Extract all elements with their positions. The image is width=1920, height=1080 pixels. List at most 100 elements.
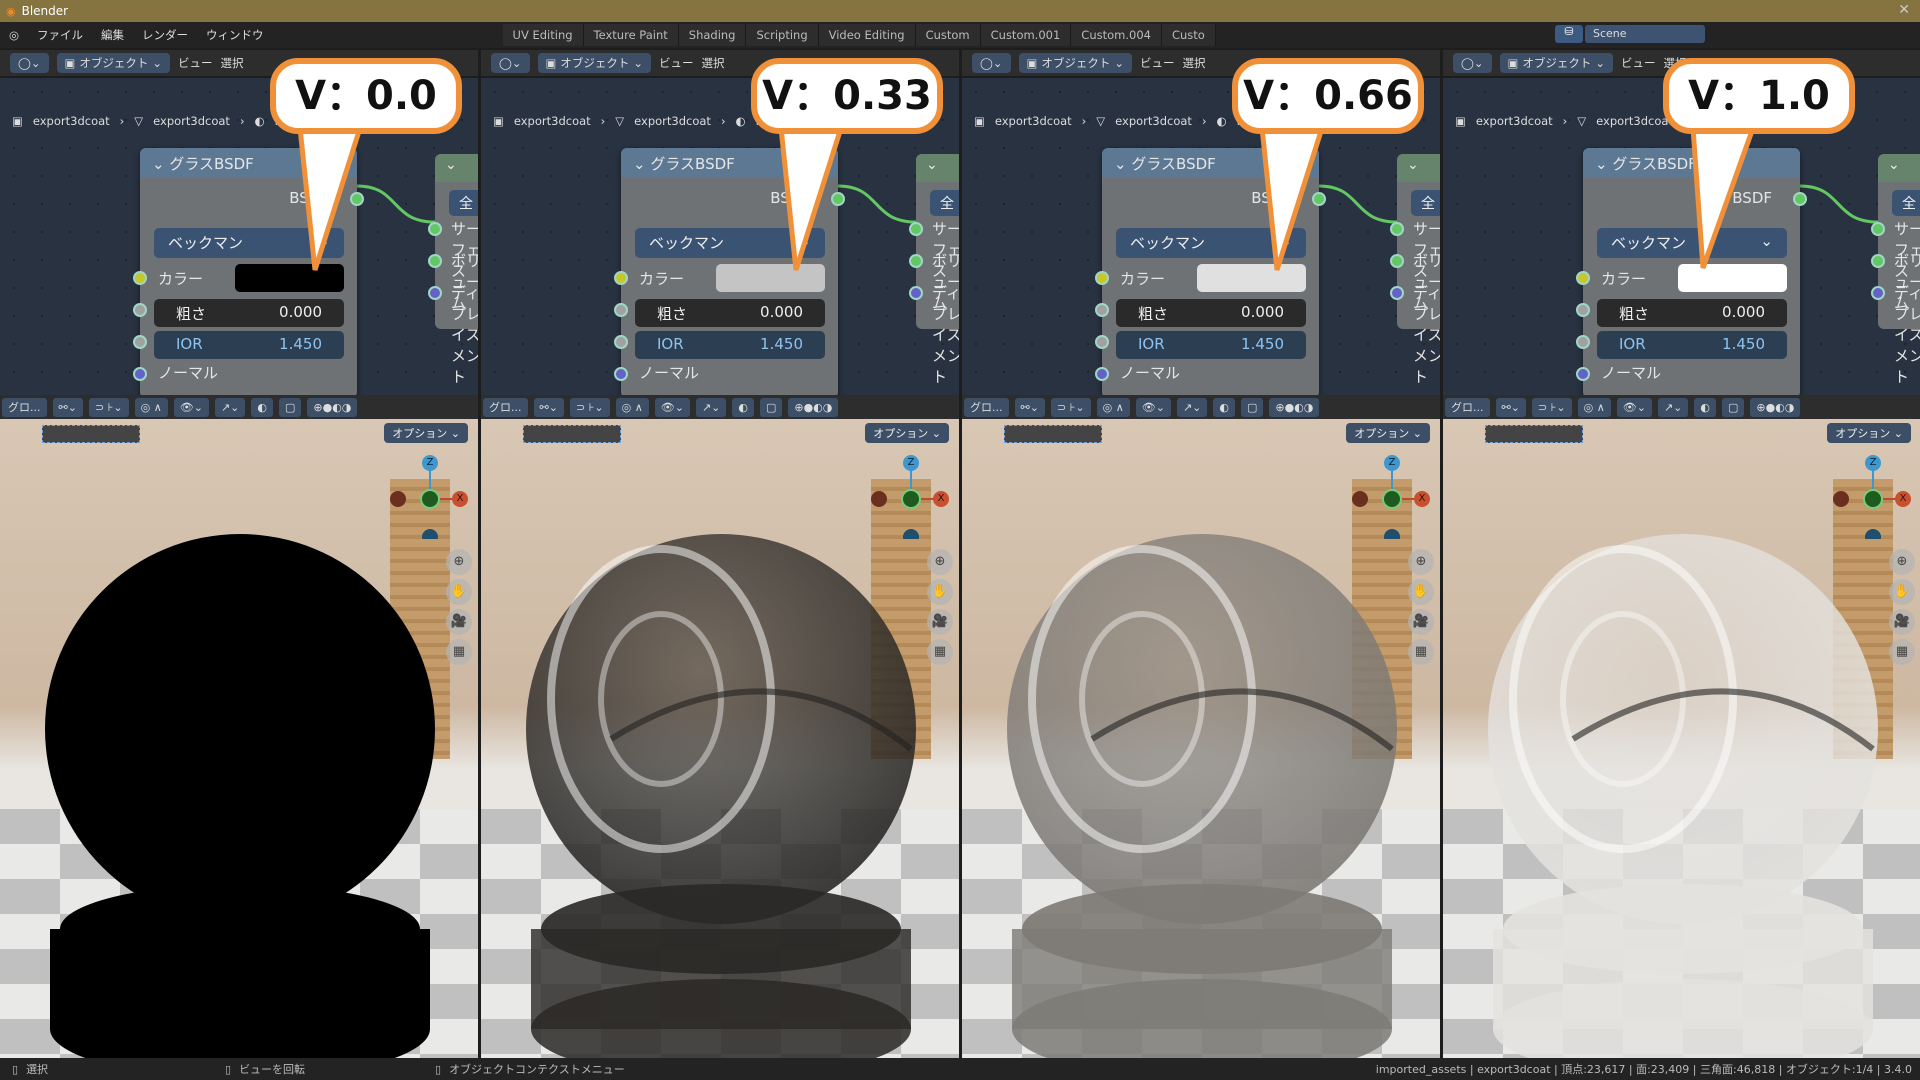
material-output-node[interactable]: ⌄ 全 サーフェス ボリューム ディスプレイスメント [1390, 154, 1440, 386]
workspace-tab[interactable]: Texture Paint [583, 24, 679, 46]
menu-file[interactable]: ファイル [28, 27, 92, 43]
orientation-dropdown[interactable]: グロ... [483, 397, 528, 417]
overlay-toggle[interactable]: ◐ [251, 397, 273, 417]
overlay-toggle[interactable]: ◐ [1694, 397, 1716, 417]
mode-dropdown[interactable]: ▣ オブジェクト ⌄ [56, 53, 171, 73]
pivot-dropdown[interactable]: ⚯⌄ [1495, 397, 1526, 417]
normal-socket[interactable] [1576, 367, 1590, 381]
blender-menu-icon[interactable]: ◎ [0, 28, 28, 42]
xray-toggle[interactable]: ▢ [278, 397, 302, 417]
workspace-tab[interactable]: Shading [678, 24, 747, 46]
ior-socket[interactable] [614, 335, 628, 349]
proportional-edit-toggle[interactable]: ◎ ∧ [134, 397, 168, 417]
orientation-dropdown[interactable]: グロ... [2, 397, 47, 417]
camera-icon[interactable]: 🎥 [446, 609, 472, 635]
perspective-grid-icon[interactable]: ▦ [446, 639, 472, 665]
displacement-socket[interactable] [1871, 286, 1885, 300]
gizmo-toggle[interactable]: ↗⌄ [214, 397, 246, 417]
gizmo-toggle[interactable]: ↗⌄ [1176, 397, 1208, 417]
mode-dropdown[interactable]: ▣ オブジェクト ⌄ [1499, 53, 1614, 73]
select-mode-buttons[interactable] [1004, 425, 1102, 443]
pan-hand-icon[interactable]: ✋ [927, 579, 953, 605]
shading-modes[interactable]: ⊕●◐◑ [1269, 397, 1320, 417]
gizmo-toggle[interactable]: ↗⌄ [695, 397, 727, 417]
shading-modes[interactable]: ⊕●◐◑ [307, 397, 358, 417]
color-socket[interactable] [1095, 271, 1109, 285]
node-header[interactable]: ⌄ [435, 154, 478, 182]
ior-field[interactable]: IOR 1.450 [1116, 331, 1306, 359]
target-dropdown[interactable]: 全 [449, 190, 478, 216]
xray-toggle[interactable]: ▢ [1721, 397, 1745, 417]
3d-viewport[interactable]: オプション ⌄ Z X ⊕ ✋ 🎥 ▦ [1443, 419, 1920, 1058]
shading-modes[interactable]: ⊕●◐◑ [1750, 397, 1801, 417]
material-output-node[interactable]: ⌄ 全 サーフェス ボリューム ディスプレイスメント [909, 154, 959, 386]
menu-view[interactable]: ビュー [659, 55, 694, 71]
displacement-socket[interactable] [1390, 286, 1404, 300]
pivot-dropdown[interactable]: ⚯⌄ [1014, 397, 1045, 417]
target-dropdown[interactable]: 全 [1411, 190, 1440, 216]
pan-hand-icon[interactable]: ✋ [1889, 579, 1915, 605]
zoom-icon[interactable]: ⊕ [1889, 549, 1915, 575]
proportional-edit-toggle[interactable]: ◎ ∧ [1577, 397, 1611, 417]
snap-toggle[interactable]: ⊃ ⊦⌄ [1531, 397, 1572, 417]
roughness-field[interactable]: 粗さ 0.000 [1116, 299, 1306, 327]
close-icon[interactable]: ✕ [1898, 2, 1910, 18]
pivot-dropdown[interactable]: ⚯⌄ [52, 397, 83, 417]
menu-edit[interactable]: 編集 [92, 27, 133, 43]
workspace-tab[interactable]: Video Editing [818, 24, 916, 46]
editor-type-button[interactable]: ◯⌄ [1453, 53, 1492, 73]
camera-icon[interactable]: 🎥 [1889, 609, 1915, 635]
workspace-tab[interactable]: Custom.001 [980, 24, 1072, 46]
target-dropdown[interactable]: 全 [1892, 190, 1920, 216]
material-output-node[interactable]: ⌄ 全 サーフェス ボリューム ディスプレイスメント [428, 154, 478, 386]
color-socket[interactable] [133, 271, 147, 285]
navigation-gizmo[interactable]: Z X [390, 449, 470, 545]
gizmo-toggle[interactable]: ↗⌄ [1657, 397, 1689, 417]
overlay-toggle[interactable]: ◐ [1213, 397, 1235, 417]
xray-toggle[interactable]: ▢ [759, 397, 783, 417]
workspace-tab[interactable]: Custom [915, 24, 981, 46]
volume-socket[interactable] [909, 254, 923, 268]
navigation-gizmo[interactable]: Z X [1352, 449, 1432, 545]
options-dropdown[interactable]: オプション ⌄ [865, 423, 949, 443]
scene-selector[interactable]: ⛁ Scene [1555, 25, 1705, 43]
ior-socket[interactable] [1576, 335, 1590, 349]
gizmo-z-axis[interactable]: Z [903, 455, 919, 471]
workspace-tab[interactable]: Custom.004 [1071, 24, 1162, 46]
gizmo-z-axis[interactable]: Z [1865, 455, 1881, 471]
gizmo-z-axis[interactable]: Z [422, 455, 438, 471]
3d-viewport[interactable]: オプション ⌄ Z X ⊕ ✋ 🎥 ▦ [962, 419, 1440, 1058]
options-dropdown[interactable]: オプション ⌄ [384, 423, 468, 443]
normal-socket[interactable] [614, 367, 628, 381]
ior-field[interactable]: IOR 1.450 [635, 331, 825, 359]
ior-field[interactable]: IOR 1.450 [154, 331, 344, 359]
ior-socket[interactable] [133, 335, 147, 349]
select-mode-buttons[interactable] [523, 425, 621, 443]
node-header[interactable]: ⌄ [1878, 154, 1920, 182]
gizmo-z-axis[interactable]: Z [1384, 455, 1400, 471]
zoom-icon[interactable]: ⊕ [927, 549, 953, 575]
gizmo-x-axis[interactable]: X [1895, 491, 1911, 507]
perspective-grid-icon[interactable]: ▦ [1408, 639, 1434, 665]
menu-select[interactable]: 選択 [221, 55, 244, 71]
workspace-tab[interactable]: Custo [1161, 24, 1216, 46]
proportional-edit-toggle[interactable]: ◎ ∧ [615, 397, 649, 417]
zoom-icon[interactable]: ⊕ [1408, 549, 1434, 575]
visibility-dropdown[interactable]: 👁⌄ [173, 397, 209, 417]
visibility-dropdown[interactable]: 👁⌄ [1135, 397, 1171, 417]
color-socket[interactable] [614, 271, 628, 285]
mode-dropdown[interactable]: ▣ オブジェクト ⌄ [1018, 53, 1133, 73]
camera-icon[interactable]: 🎥 [927, 609, 953, 635]
surface-socket[interactable] [909, 222, 923, 236]
node-header[interactable]: ⌄ [1397, 154, 1440, 182]
xray-toggle[interactable]: ▢ [1240, 397, 1264, 417]
menu-view[interactable]: ビュー [1621, 55, 1656, 71]
color-socket[interactable] [1576, 271, 1590, 285]
menu-select[interactable]: 選択 [702, 55, 725, 71]
scene-icon[interactable]: ⛁ [1555, 25, 1583, 43]
ior-field[interactable]: IOR 1.450 [1597, 331, 1787, 359]
zoom-icon[interactable]: ⊕ [446, 549, 472, 575]
gizmo-x-axis[interactable]: X [1414, 491, 1430, 507]
navigation-gizmo[interactable]: Z X [871, 449, 951, 545]
pan-hand-icon[interactable]: ✋ [446, 579, 472, 605]
